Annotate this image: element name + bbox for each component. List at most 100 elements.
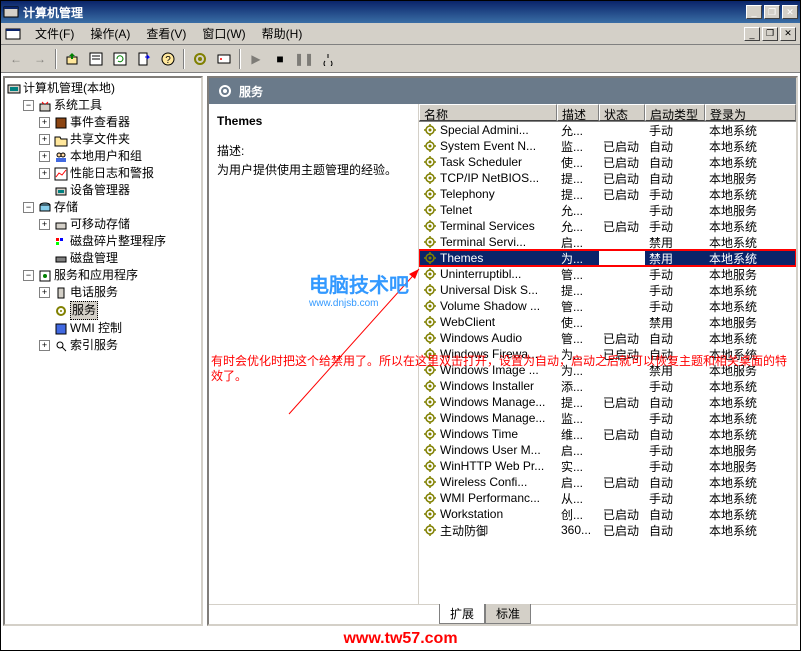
service-row[interactable]: Volume Shadow ...管...手动本地系统: [419, 298, 796, 314]
tree-disk-mgmt[interactable]: 磁盘管理: [39, 250, 199, 267]
cell-desc: 提...: [557, 282, 599, 299]
menu-file[interactable]: 文件(F): [27, 23, 82, 44]
tree-label: 电话服务: [70, 284, 118, 301]
cell-desc: 从...: [557, 490, 599, 507]
cell-desc: 管...: [557, 298, 599, 315]
service-row[interactable]: Telephony提...已启动手动本地系统: [419, 186, 796, 202]
service-row[interactable]: Windows Manage...监...手动本地系统: [419, 410, 796, 426]
cell-startup: 自动: [645, 522, 705, 539]
cell-name: WebClient: [419, 315, 557, 329]
tree-local-users[interactable]: +本地用户和组: [39, 148, 199, 165]
service-row[interactable]: Windows Audio管...已启动自动本地系统: [419, 330, 796, 346]
close-button[interactable]: ✕: [782, 5, 798, 19]
tree-label: 事件查看器: [70, 114, 130, 131]
service-row[interactable]: Special Admini...允...手动本地系统: [419, 122, 796, 138]
tree-label: 共享文件夹: [70, 131, 130, 148]
col-startup[interactable]: 启动类型: [645, 104, 705, 121]
titlebar: 计算机管理 _ ❐ ✕: [1, 1, 800, 23]
tree-services-apps[interactable]: − 服务和应用程序: [23, 267, 199, 284]
tool-button-2[interactable]: [213, 48, 235, 70]
cell-startup: 自动: [645, 506, 705, 523]
cell-startup: 自动: [645, 154, 705, 171]
tree-removable[interactable]: +可移动存储: [39, 216, 199, 233]
tree-device-mgr[interactable]: 设备管理器: [39, 182, 199, 199]
cell-desc: 允...: [557, 218, 599, 235]
cell-status: 已启动: [599, 138, 645, 155]
service-row[interactable]: Terminal Servi...启...禁用本地系统: [419, 234, 796, 250]
service-gear-icon: [423, 523, 437, 537]
tree-label: 磁盘碎片整理程序: [70, 233, 166, 250]
detail-desc-text: 为用户提供使用主题管理的经验。: [217, 161, 410, 178]
col-desc[interactable]: 描述: [557, 104, 599, 121]
tree-storage[interactable]: − 存储: [23, 199, 199, 216]
service-row[interactable]: Workstation创...已启动自动本地系统: [419, 506, 796, 522]
service-row[interactable]: Wireless Confi...启...已启动自动本地系统: [419, 474, 796, 490]
cell-desc: 使...: [557, 314, 599, 331]
play-button[interactable]: ▶: [245, 48, 267, 70]
menu-help[interactable]: 帮助(H): [254, 23, 311, 44]
service-row[interactable]: Task Scheduler使...已启动自动本地系统: [419, 154, 796, 170]
tree-pane[interactable]: 计算机管理(本地) − 系统工具 +事件查看器 +共享文件夹 +本地用户和组: [3, 76, 203, 626]
cell-startup: 手动: [645, 218, 705, 235]
tab-standard[interactable]: 标准: [485, 604, 531, 624]
cell-desc: 管...: [557, 330, 599, 347]
service-row[interactable]: TCP/IP NetBIOS...提...已启动自动本地服务: [419, 170, 796, 186]
up-button[interactable]: [61, 48, 83, 70]
mdi-minimize[interactable]: _: [744, 27, 760, 41]
tree-telephony[interactable]: +电话服务: [39, 284, 199, 301]
service-gear-icon: [423, 187, 437, 201]
back-button[interactable]: ←: [5, 48, 27, 70]
stop-button[interactable]: ■: [269, 48, 291, 70]
tree-services-node[interactable]: 服务: [39, 301, 199, 320]
tree-wmi[interactable]: WMI 控制: [39, 320, 199, 337]
tree-root[interactable]: 计算机管理(本地): [7, 80, 199, 97]
mdi-close[interactable]: ✕: [780, 27, 796, 41]
svg-text:?: ?: [165, 55, 171, 66]
service-row[interactable]: WebClient使...禁用本地服务: [419, 314, 796, 330]
cell-name: Wireless Confi...: [419, 475, 557, 489]
col-logon[interactable]: 登录为: [705, 104, 796, 121]
tree-event-viewer[interactable]: +事件查看器: [39, 114, 199, 131]
cell-status: 已启动: [599, 154, 645, 171]
mdi-restore[interactable]: ❐: [762, 27, 778, 41]
menu-view[interactable]: 查看(V): [138, 23, 194, 44]
cell-logon: 本地系统: [705, 506, 796, 523]
tree-shared-folders[interactable]: +共享文件夹: [39, 131, 199, 148]
service-row[interactable]: Terminal Services允...已启动手动本地系统: [419, 218, 796, 234]
restart-button[interactable]: [317, 48, 339, 70]
service-row[interactable]: Windows Manage...提...已启动自动本地系统: [419, 394, 796, 410]
service-row[interactable]: Telnet允...手动本地服务: [419, 202, 796, 218]
service-row[interactable]: System Event N...监...已启动自动本地系统: [419, 138, 796, 154]
tree-label: 设备管理器: [70, 182, 130, 199]
service-row[interactable]: Windows User M...启...手动本地服务: [419, 442, 796, 458]
minimize-button[interactable]: _: [746, 5, 762, 19]
service-gear-icon: [423, 219, 437, 233]
service-row[interactable]: WinHTTP Web Pr...实...手动本地服务: [419, 458, 796, 474]
tree-perf-logs[interactable]: +性能日志和警报: [39, 165, 199, 182]
col-name[interactable]: 名称: [419, 104, 557, 121]
tab-extended[interactable]: 扩展: [439, 604, 485, 624]
export-button[interactable]: [133, 48, 155, 70]
pause-button[interactable]: ❚❚: [293, 48, 315, 70]
maximize-button[interactable]: ❐: [764, 5, 780, 19]
tree-indexing[interactable]: +索引服务: [39, 337, 199, 354]
tree-system-tools[interactable]: − 系统工具: [23, 97, 199, 114]
service-row[interactable]: 主动防御360...已启动自动本地系统: [419, 522, 796, 538]
col-status[interactable]: 状态: [599, 104, 645, 121]
props-button[interactable]: [85, 48, 107, 70]
menu-window[interactable]: 窗口(W): [194, 23, 253, 44]
service-row[interactable]: Universal Disk S...提...手动本地系统: [419, 282, 796, 298]
refresh-button[interactable]: [109, 48, 131, 70]
cell-name: WinHTTP Web Pr...: [419, 459, 557, 473]
service-row[interactable]: Uninterruptibl...管...手动本地服务: [419, 266, 796, 282]
service-row[interactable]: WMI Performanc...从...手动本地系统: [419, 490, 796, 506]
cell-logon: 本地系统: [705, 426, 796, 443]
menu-action[interactable]: 操作(A): [82, 23, 138, 44]
tree-defrag[interactable]: 磁盘碎片整理程序: [39, 233, 199, 250]
service-row[interactable]: Windows Time维...已启动自动本地系统: [419, 426, 796, 442]
app-icon: [3, 4, 19, 20]
tool-button-1[interactable]: [189, 48, 211, 70]
help-button[interactable]: ?: [157, 48, 179, 70]
forward-button[interactable]: →: [29, 48, 51, 70]
service-row[interactable]: Themes为...禁用本地系统: [419, 250, 796, 266]
